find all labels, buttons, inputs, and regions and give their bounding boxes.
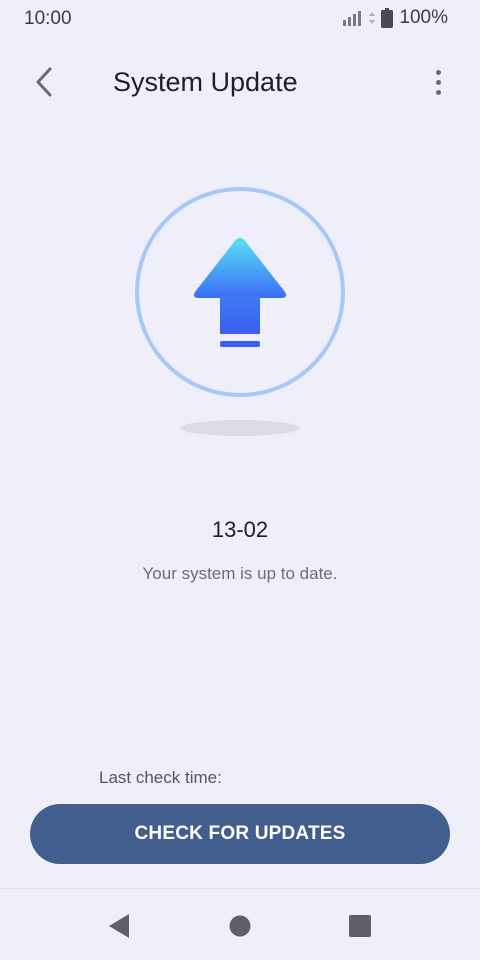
illustration-shadow (180, 420, 300, 436)
status-icons: 100% (343, 7, 448, 29)
battery-percentage: 100% (399, 7, 448, 28)
nav-home-icon (229, 915, 251, 937)
navigation-bar (0, 889, 480, 960)
status-time: 10:00 (24, 8, 72, 29)
nav-recents-button[interactable] (345, 911, 375, 941)
update-status-message: Your system is up to date. (142, 564, 338, 583)
version-label: 13-02 (211, 517, 269, 542)
back-button[interactable] (26, 64, 62, 100)
nav-back-button[interactable] (104, 911, 134, 941)
data-arrows-icon (369, 12, 376, 24)
check-for-updates-button[interactable]: CHECK FOR UPDATES (30, 804, 450, 864)
chevron-left-icon (36, 67, 52, 97)
nav-recents-icon (349, 915, 371, 937)
signal-icon (343, 11, 362, 26)
nav-back-icon (109, 914, 129, 938)
app-bar: System Update (0, 50, 480, 114)
more-vert-icon (435, 69, 441, 75)
battery-icon (381, 8, 394, 28)
page-title: System Update (113, 67, 298, 97)
nav-home-button[interactable] (225, 911, 255, 941)
upload-arrow-icon (135, 187, 345, 397)
status-bar: 10:00 100% (0, 0, 480, 38)
more-options-button[interactable] (426, 64, 450, 100)
last-check-time-label: Last check time: (99, 768, 222, 787)
